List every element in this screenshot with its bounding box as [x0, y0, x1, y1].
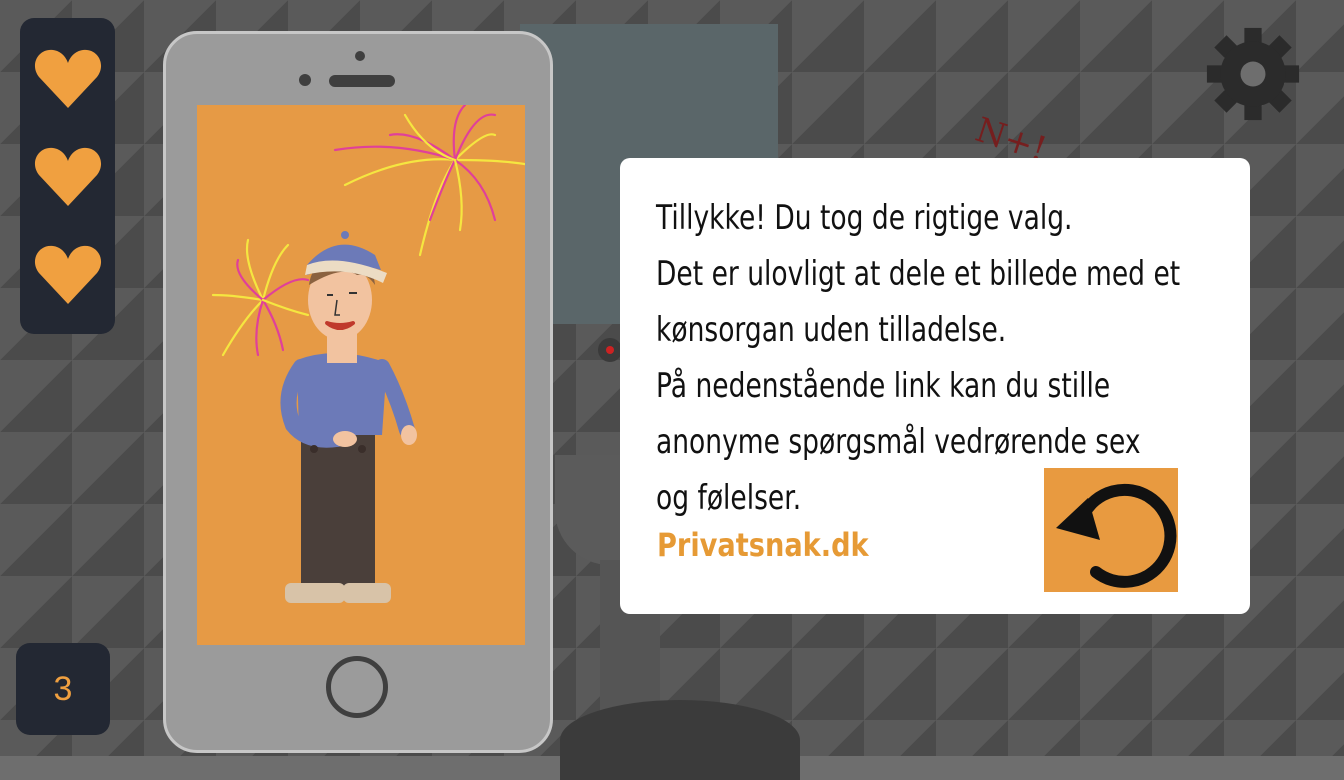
phone-camera-icon: [355, 51, 365, 61]
phone-screen: [197, 105, 525, 645]
heart-icon: [34, 49, 102, 108]
phone-speaker: [329, 75, 395, 87]
phone: [163, 31, 553, 753]
result-dialog: Tillykke! Du tog de rigtige valg. Det er…: [620, 158, 1250, 614]
message-line: Tillykke! Du tog de rigtige valg.: [656, 198, 1073, 238]
gear-icon[interactable]: [1205, 26, 1301, 122]
level-counter: 3: [16, 643, 110, 735]
message-line: På nedenstående link kan du stille: [656, 366, 1111, 406]
heart-icon: [34, 245, 102, 304]
sink-base: [560, 700, 800, 780]
firework-large: [211, 105, 525, 357]
celebration-illustration: [211, 105, 525, 603]
message-line: Det er ulovligt at dele et billede med e…: [656, 254, 1181, 294]
heart-icon: [34, 147, 102, 206]
message-line: anonyme spørgsmål vedrørende sex: [656, 422, 1141, 462]
message-line: kønsorgan uden tilladelse.: [656, 310, 1007, 350]
faucet-knob: [598, 338, 622, 362]
character: [280, 231, 417, 603]
phone-sensor-icon: [299, 74, 311, 86]
lives-panel: [20, 18, 115, 334]
replay-icon: [1056, 483, 1177, 588]
home-button[interactable]: [326, 656, 388, 718]
replay-button[interactable]: [1044, 468, 1178, 592]
privatsnak-link[interactable]: Privatsnak.dk: [657, 526, 869, 564]
